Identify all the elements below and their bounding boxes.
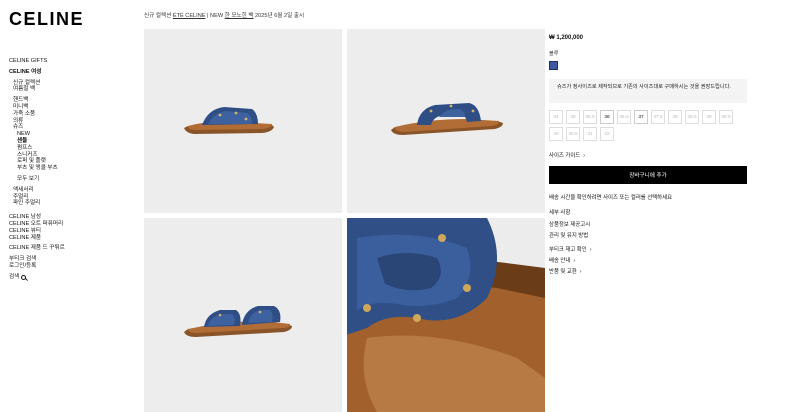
product-image-side[interactable] <box>144 29 342 213</box>
sidebar-nav: CELINE GIFTS CELINE 여성 신규 컬렉션 여름철 백 핸드백 … <box>9 58 129 281</box>
sidebar-item-men[interactable]: CELINE 남성 <box>9 214 129 221</box>
sidebar-item-sandals[interactable]: 샌들 <box>9 138 129 145</box>
size-guide-link[interactable]: 사이즈 가이드 › <box>549 151 585 159</box>
announcement-link-bag[interactable]: 한 모노힌 백 <box>225 13 254 19</box>
size-option[interactable]: 37 <box>634 110 648 124</box>
size-option[interactable]: 40.5 <box>566 127 580 141</box>
details-link[interactable]: 세부 사항 <box>549 208 570 216</box>
sidebar-item-gifts[interactable]: CELINE GIFTS <box>9 58 129 65</box>
size-option[interactable]: 42 <box>600 127 614 141</box>
sidebar-item-women[interactable]: CELINE 여성 <box>9 69 129 76</box>
sidebar-item-couture[interactable]: CELINE 제품 드 꾸튀르 <box>9 245 129 252</box>
chevron-right-icon: › <box>579 269 582 275</box>
sidebar-item-clothing[interactable]: 의류 <box>9 118 129 125</box>
announcement-bar: 신규 컬렉션 ÉTÉ CELINE | NEW 한 모노힌 백 2025년 6월… <box>144 11 304 19</box>
size-option[interactable]: 39 <box>702 110 716 124</box>
announcement-middle: | NEW <box>205 13 225 19</box>
sidebar-item-fine-jewelry[interactable]: 파인 주얼리 <box>9 200 129 207</box>
sidebar-item-services[interactable]: CELINE 제품 <box>9 235 129 242</box>
size-option[interactable]: 35 <box>566 110 580 124</box>
size-option[interactable]: 36 <box>600 110 614 124</box>
delivery-link[interactable]: 배송 안내 › <box>549 256 575 264</box>
stock-check-label: 부티크 재고 확인 <box>549 247 587 253</box>
size-option[interactable]: 38 <box>668 110 682 124</box>
product-price: ₩ 1,200,000 <box>549 35 584 41</box>
announcement-prefix: 신규 컬렉션 <box>144 13 173 19</box>
sidebar-item-accessories[interactable]: 액세서리 <box>9 187 129 194</box>
sidebar-item-mini-bags[interactable]: 미니백 <box>9 104 129 111</box>
size-selector: 34 35 35.5 36 36.5 37 37.5 38 38.5 39 39.5 40 40.5 41… <box>549 110 749 141</box>
size-option[interactable]: 41 <box>583 127 597 141</box>
product-image-pair[interactable] <box>144 218 342 412</box>
cart-hint: 배송 시간을 확인하려면 사이즈 또는 컬러를 선택하세요 <box>549 195 673 201</box>
delivery-label: 배송 안내 <box>549 258 571 264</box>
chevron-right-icon: › <box>583 153 585 159</box>
product-image-three-quarter[interactable] <box>347 29 545 213</box>
sidebar-item-login[interactable]: 로그인/등록 <box>9 263 129 270</box>
size-option[interactable]: 39.5 <box>719 110 733 124</box>
size-guide-label: 사이즈 가이드 <box>549 153 581 159</box>
care-link[interactable]: 관리 및 유지 방법 <box>549 231 588 239</box>
size-option[interactable]: 35.5 <box>583 110 597 124</box>
sidebar-item-handbags[interactable]: 핸드백 <box>9 97 129 104</box>
sizing-notice: 슈즈가 정사이즈로 제작되므로 기존의 사이즈대로 구매하시는 것을 권장드립니… <box>549 79 747 103</box>
celine-logo[interactable]: CELINE <box>9 9 84 30</box>
sidebar-search-label: 검색 <box>9 273 20 280</box>
sandal-pair-illustration <box>184 306 292 337</box>
product-image-detail[interactable] <box>347 218 545 412</box>
sidebar-item-summer[interactable]: 여름철 백 <box>9 86 129 93</box>
sandal-side-illustration <box>184 107 274 134</box>
size-option[interactable]: 37.5 <box>651 110 665 124</box>
size-option[interactable]: 36.5 <box>617 110 631 124</box>
sidebar-item-boots[interactable]: 부츠 및 앵클 부츠 <box>9 165 129 172</box>
sidebar-item-boutique[interactable]: 부티크 검색 <box>9 256 129 263</box>
size-option[interactable]: 38.5 <box>685 110 699 124</box>
sidebar-item-perfume[interactable]: CELINE 오트 퍼퓨머리 <box>9 221 129 228</box>
returns-link[interactable]: 반품 및 교환 › <box>549 267 581 275</box>
sidebar-item-shoes[interactable]: 슈즈 <box>9 124 129 131</box>
sidebar-item-pumps[interactable]: 펌프스 <box>9 145 129 152</box>
sidebar-search[interactable]: 검색 <box>9 274 129 281</box>
sidebar-item-leather-goods[interactable]: 가죽 소품 <box>9 111 129 118</box>
color-swatch-blue[interactable] <box>549 61 558 70</box>
product-info-link[interactable]: 상품정보 제공고시 <box>549 220 590 228</box>
sandal-angle-illustration <box>391 103 503 135</box>
announcement-suffix: 2025년 6월 2일 출시 <box>253 13 305 19</box>
stock-check-link[interactable]: 부티크 재고 확인 › <box>549 245 591 253</box>
chevron-right-icon: › <box>573 258 576 264</box>
sidebar-item-beaute[interactable]: CELINE 뷰티 <box>9 228 129 235</box>
sandal-detail-illustration <box>347 218 545 412</box>
announcement-link-ete[interactable]: ÉTÉ CELINE <box>173 13 206 19</box>
size-option[interactable]: 40 <box>549 127 563 141</box>
sidebar-item-shoes-new[interactable]: NEW <box>9 131 129 138</box>
add-to-cart-button[interactable]: 장바구니에 추가 <box>549 166 747 184</box>
returns-label: 반품 및 교환 <box>549 269 577 275</box>
chevron-right-icon: › <box>589 247 592 253</box>
size-option[interactable]: 34 <box>549 110 563 124</box>
search-icon <box>21 274 27 280</box>
color-label: 블루 <box>549 51 559 57</box>
sidebar-item-view-all[interactable]: 모두 보기 <box>9 176 129 183</box>
